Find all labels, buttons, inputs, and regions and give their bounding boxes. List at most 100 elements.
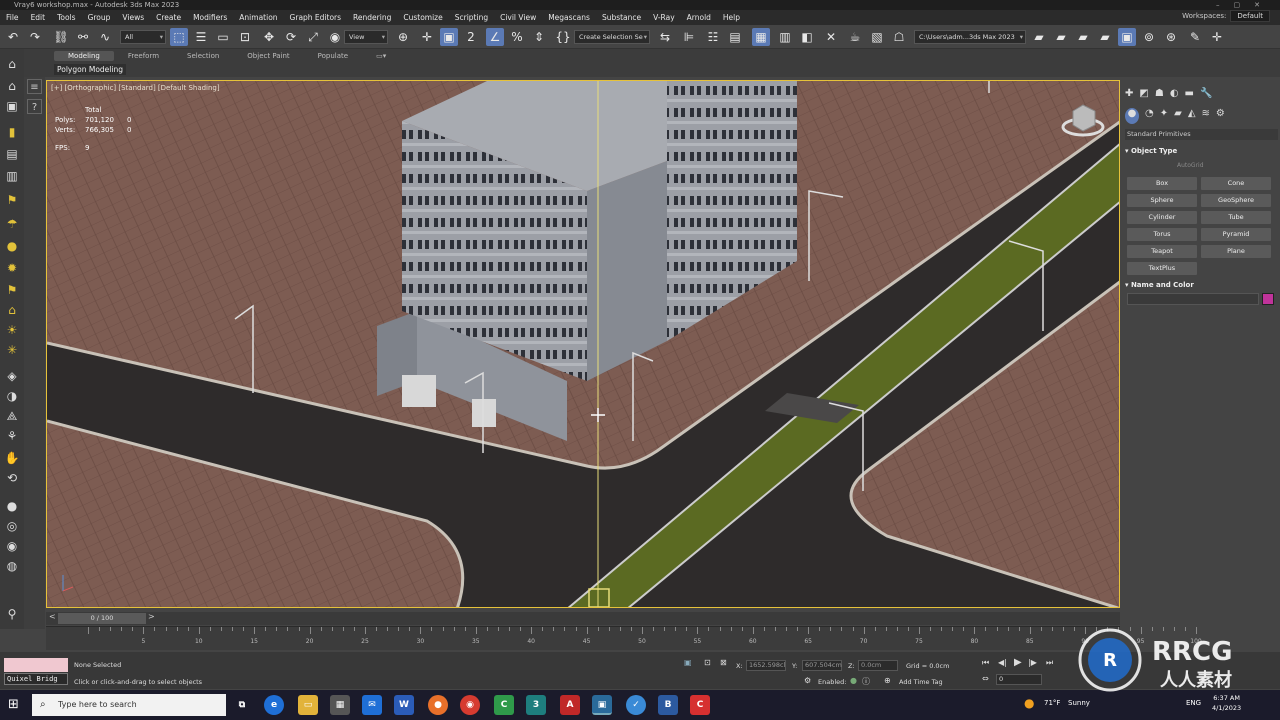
teapot-button[interactable]: Teapot <box>1127 245 1197 258</box>
z-coordinate-field[interactable]: 0.0cm <box>858 660 898 671</box>
tool-icon-17[interactable]: ⟲ <box>3 469 21 487</box>
open-explorer-icon[interactable]: ▰ <box>1030 28 1048 46</box>
toolbar-icon-a[interactable]: ▰ <box>1052 28 1070 46</box>
add-time-tag-icon[interactable]: ⊕ <box>884 676 891 685</box>
time-slider-knob[interactable]: 0 / 100 <box>58 613 146 624</box>
file-explorer-icon[interactable]: ▭ <box>298 695 318 715</box>
spinner-snap-icon[interactable]: ⇕ <box>530 28 548 46</box>
toolbar-icon-e[interactable]: ⊚ <box>1140 28 1158 46</box>
tool-icon-2[interactable]: ▤ <box>3 145 21 163</box>
placement-icon[interactable]: ◉ <box>326 28 344 46</box>
modify-tab-icon[interactable]: ◩ <box>1139 88 1148 104</box>
shapes-icon[interactable]: ◔ <box>1145 108 1154 124</box>
word-icon[interactable]: W <box>394 695 414 715</box>
render-production-icon[interactable]: ▧ <box>868 28 886 46</box>
weather-condition[interactable]: Sunny <box>1068 699 1090 707</box>
tool-icon-6[interactable]: ● <box>3 237 21 255</box>
tool-icon-4[interactable]: ⚑ <box>3 191 21 209</box>
help-icon[interactable]: ? <box>27 99 42 114</box>
autogrid-checkbox[interactable]: AutoGrid <box>1177 162 1204 169</box>
key-mode-icon[interactable]: ⇔ <box>982 674 989 683</box>
tab-modeling[interactable]: Modeling <box>54 51 114 61</box>
object-name-field[interactable] <box>1127 293 1259 305</box>
scene-explorer-icon[interactable]: ⌂ <box>3 77 21 95</box>
helpers-icon[interactable]: ◭ <box>1188 108 1196 124</box>
goto-start-icon[interactable]: ⏮ <box>982 658 989 668</box>
menu-create[interactable]: Create <box>150 13 187 22</box>
torus-button[interactable]: Torus <box>1127 228 1197 241</box>
name-color-title[interactable]: ▾ Name and Color <box>1125 279 1278 291</box>
tool-icon-7[interactable]: ✹ <box>3 259 21 277</box>
window-crossing-icon[interactable]: ⊡ <box>236 28 254 46</box>
ref-coord-system[interactable]: View <box>344 30 388 44</box>
enabled-toggle-icon[interactable]: ● <box>850 676 857 685</box>
select-manipulate-icon[interactable]: ✛ <box>418 28 436 46</box>
tool-icon-8[interactable]: ⚑ <box>3 281 21 299</box>
menu-megascans[interactable]: Megascans <box>542 13 596 22</box>
info-icon[interactable]: ⓘ <box>862 676 870 687</box>
chrome-icon[interactable]: ◉ <box>460 695 480 715</box>
named-selection-set[interactable]: Create Selection Se <box>574 30 650 44</box>
menu-arnold[interactable]: Arnold <box>681 13 717 22</box>
y-coordinate-field[interactable]: 607.504cm <box>802 660 842 671</box>
track-bar[interactable]: 5 10 15 20 25 30 35 40 45 50 55 60 65 70 75 80 85 90 95 100 <box>46 626 1202 650</box>
next-frame-arrow-icon[interactable]: > <box>148 612 155 621</box>
tool-icon-22[interactable]: ⚲ <box>3 605 21 623</box>
hierarchy-tab-icon[interactable]: ☗ <box>1155 88 1164 104</box>
snaps-toggle-icon[interactable]: 2 <box>462 28 480 46</box>
render-teapot-icon[interactable]: ☖ <box>890 28 908 46</box>
toggle-ribbon-icon[interactable]: ▤ <box>726 28 744 46</box>
toolbar-icon-c[interactable]: ▰ <box>1096 28 1114 46</box>
percent-snap-icon[interactable]: % <box>508 28 526 46</box>
play-icon[interactable]: ▶ <box>1014 657 1022 668</box>
store-icon[interactable]: ▦ <box>330 695 350 715</box>
angle-snap-icon[interactable]: ∠ <box>486 28 504 46</box>
plane-button[interactable]: Plane <box>1201 245 1271 258</box>
menu-edit[interactable]: Edit <box>25 13 52 22</box>
camtasia-icon[interactable]: C <box>494 695 514 715</box>
curve-editor-icon[interactable]: ▦ <box>752 28 770 46</box>
current-frame-field[interactable]: 0 <box>996 674 1042 685</box>
taskbar-search[interactable]: ⌕ Type here to search <box>32 694 226 716</box>
create-panel-icon[interactable]: ⌂ <box>3 55 21 73</box>
move-icon[interactable]: ✥ <box>260 28 278 46</box>
toolbar-icon-b[interactable]: ▰ <box>1074 28 1092 46</box>
render-setup-icon[interactable]: ✕ <box>822 28 840 46</box>
tool-icon-16[interactable]: ✋ <box>3 449 21 467</box>
selection-lock-icon[interactable]: ⊡ <box>704 658 711 667</box>
tool-icon-12[interactable]: ◈ <box>3 367 21 385</box>
viewport-orthographic[interactable]: [+] [Orthographic] [Standard] [Default S… <box>46 80 1120 608</box>
tube-button[interactable]: Tube <box>1201 211 1271 224</box>
menu-customize[interactable]: Customize <box>397 13 448 22</box>
layer-explorer-icon[interactable]: ☷ <box>704 28 722 46</box>
select-by-name-icon[interactable]: ☰ <box>192 28 210 46</box>
firefox-icon[interactable]: ● <box>428 695 448 715</box>
rect-selection-icon[interactable]: ▭ <box>214 28 232 46</box>
tool-icon-10[interactable]: ☀ <box>3 321 21 339</box>
ribbon-options-icon[interactable]: ▭▾ <box>362 51 400 61</box>
toolbar-icon-f[interactable]: ⊛ <box>1162 28 1180 46</box>
menu-animation[interactable]: Animation <box>233 13 283 22</box>
utilities-tab-icon[interactable]: 🔧 <box>1200 88 1212 104</box>
time-slider[interactable]: < 0 / 100 > <box>46 612 1120 625</box>
bind-spacewarp-icon[interactable]: ∿ <box>96 28 114 46</box>
toolbar-icon-h[interactable]: ✛ <box>1208 28 1226 46</box>
ribbon-panel-polygon-modeling[interactable]: Polygon Modeling <box>54 64 126 75</box>
workspaces-select[interactable]: Default <box>1230 10 1270 22</box>
tool-icon-1[interactable]: ▮ <box>3 123 21 141</box>
menu-vray[interactable]: V-Ray <box>647 13 680 22</box>
isolate-icon[interactable]: ▣ <box>684 658 692 667</box>
link-icon[interactable]: ⛓ <box>52 28 70 46</box>
cone-button[interactable]: Cone <box>1201 177 1271 190</box>
tool-icon-20[interactable]: ◉ <box>3 537 21 555</box>
maxscript-listener[interactable] <box>4 658 68 672</box>
display-icon[interactable]: ▣ <box>3 97 21 115</box>
workspaces[interactable]: Workspaces: Default <box>1182 10 1270 22</box>
tool-icon-13[interactable]: ◑ <box>3 387 21 405</box>
menu-civil-view[interactable]: Civil View <box>494 13 542 22</box>
textplus-button[interactable]: TextPlus <box>1127 262 1197 275</box>
window-controls[interactable]: –▢✕ <box>1216 0 1274 10</box>
windows-start-icon[interactable]: ⊞ <box>8 697 19 712</box>
primitive-category-select[interactable]: Standard Primitives <box>1125 129 1278 140</box>
pivot-center-icon[interactable]: ⊕ <box>394 28 412 46</box>
